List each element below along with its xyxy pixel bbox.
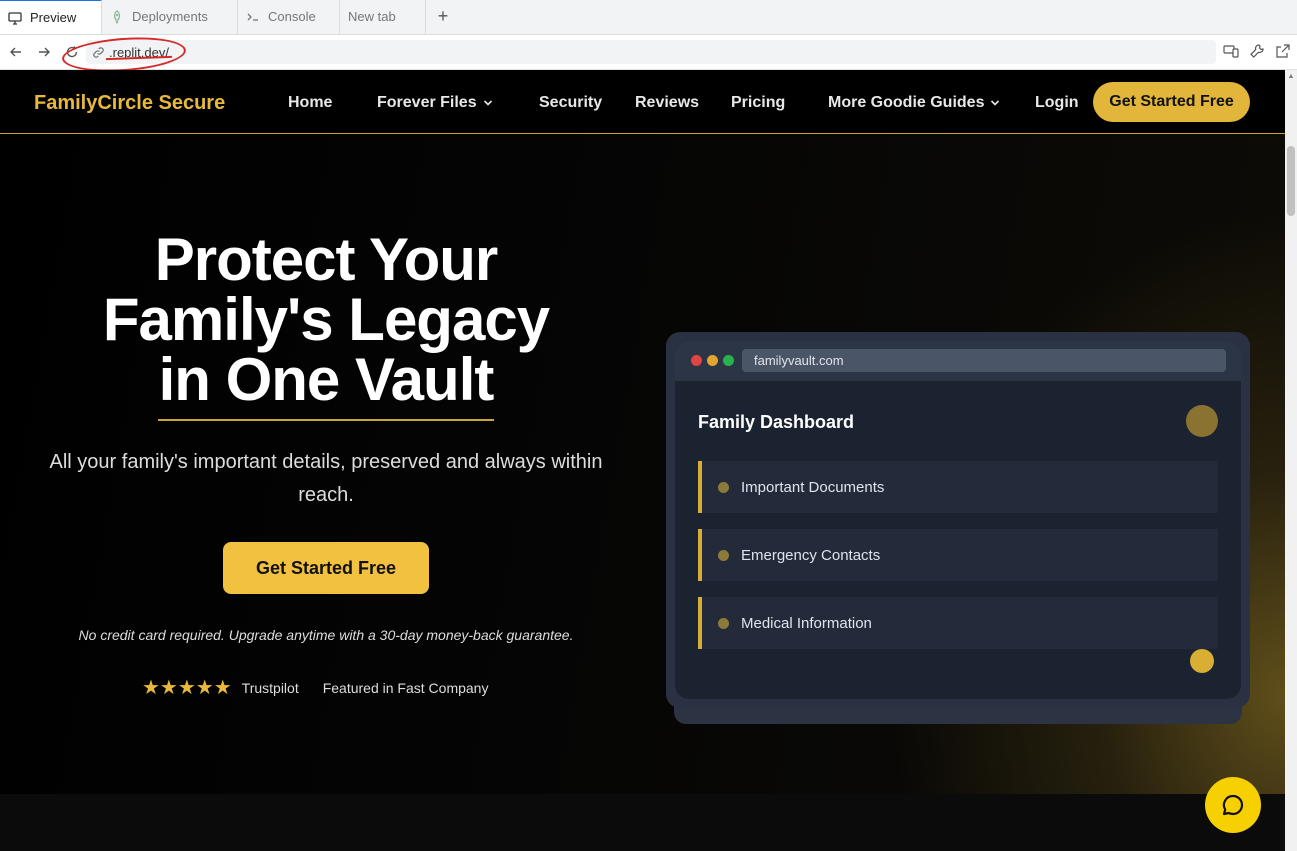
dashboard-item-label: Emergency Contacts bbox=[741, 546, 881, 564]
scroll-thumb[interactable] bbox=[1287, 146, 1295, 216]
nav-label: Forever Files bbox=[377, 94, 477, 111]
dashboard-title: Family Dashboard bbox=[698, 412, 855, 432]
dashboard-item-label: Important Documents bbox=[741, 478, 885, 496]
arrow-right-icon bbox=[39, 47, 50, 57]
bullet-icon bbox=[718, 617, 729, 629]
headline-line: Protect Your bbox=[154, 226, 499, 293]
chat-button[interactable] bbox=[1205, 777, 1261, 833]
back-button[interactable] bbox=[2, 38, 30, 66]
dashboard-item: Emergency Contacts bbox=[698, 529, 1218, 581]
mockup-screen: familyvault.com Family Dashboard Importa… bbox=[675, 341, 1241, 699]
featured-label: Featured in Fast Company bbox=[322, 680, 489, 696]
site-navbar: FamilyCircle Secure Home Forever Files S… bbox=[0, 70, 1285, 134]
monitor-icon bbox=[8, 11, 22, 25]
dashboard-mockup: familyvault.com Family Dashboard Importa… bbox=[666, 332, 1250, 708]
site-viewport: FamilyCircle Secure Home Forever Files S… bbox=[0, 70, 1285, 851]
tab-preview[interactable]: Preview bbox=[0, 0, 102, 34]
terminal-icon bbox=[247, 13, 258, 21]
headline-line: Family's Legacy bbox=[102, 286, 550, 353]
arrow-left-icon bbox=[10, 47, 21, 57]
bullet-icon bbox=[718, 549, 729, 561]
avatar bbox=[1186, 405, 1218, 437]
page-scrollbar[interactable]: ▲ bbox=[1285, 70, 1297, 851]
headline-line: in One Vault bbox=[158, 346, 495, 413]
nav-label: Home bbox=[288, 94, 333, 111]
scroll-up-arrow[interactable]: ▲ bbox=[1287, 73, 1295, 81]
nav-home[interactable]: Home bbox=[288, 94, 332, 112]
dashboard-item-label: Medical Information bbox=[741, 614, 872, 632]
browser-tab-bar: Preview Deployments Console New tab + bbox=[0, 0, 1297, 35]
wrench-icon[interactable] bbox=[1249, 43, 1265, 59]
nav-reviews[interactable]: Reviews bbox=[635, 94, 699, 112]
nav-label: Login bbox=[1035, 94, 1079, 111]
dashboard-item: Medical Information bbox=[698, 597, 1218, 649]
tab-label: Preview bbox=[30, 10, 77, 25]
rocket-icon bbox=[113, 9, 121, 24]
hero-subhead: All your family's important details, pre… bbox=[49, 451, 603, 506]
forward-button[interactable] bbox=[30, 38, 58, 66]
nav-security[interactable]: Security bbox=[539, 94, 602, 112]
chat-bubble-icon bbox=[1222, 794, 1244, 816]
mockup-url: familyvault.com bbox=[742, 349, 1226, 372]
status-dot bbox=[1190, 649, 1214, 673]
hero-get-started-button[interactable]: Get Started Free bbox=[223, 542, 429, 594]
trustpilot-label: Trustpilot bbox=[241, 680, 299, 696]
trust-badges: ★★★★★ Trustpilot Featured in Fast Compan… bbox=[142, 678, 488, 698]
chevron-down-icon bbox=[991, 100, 1000, 106]
tab-label: New tab bbox=[348, 9, 396, 24]
nav-get-started-button[interactable]: Get Started Free bbox=[1093, 82, 1250, 122]
external-link-icon[interactable] bbox=[1275, 43, 1291, 59]
headline-underline bbox=[158, 419, 494, 421]
nav-more-goodie-guides[interactable]: More Goodie Guides bbox=[828, 94, 1000, 112]
window-minimize-dot bbox=[707, 355, 718, 366]
nav-login[interactable]: Login bbox=[1035, 94, 1079, 112]
star-rating-icon: ★★★★★ bbox=[142, 677, 232, 699]
nav-pricing[interactable]: Pricing bbox=[731, 94, 785, 112]
bullet-icon bbox=[718, 481, 729, 493]
brand-logo[interactable]: FamilyCircle Secure bbox=[34, 92, 225, 115]
tab-console[interactable]: Console bbox=[238, 0, 340, 34]
hero-headline: Protect Your Family's Legacy in One Vaul… bbox=[60, 230, 592, 410]
tab-deployments[interactable]: Deployments bbox=[102, 0, 238, 34]
tab-label: Console bbox=[268, 9, 316, 24]
nav-label: More Goodie Guides bbox=[828, 94, 985, 111]
url-field[interactable]: .replit.dev/ bbox=[86, 40, 1216, 64]
devices-icon[interactable] bbox=[1223, 43, 1239, 59]
window-maximize-dot bbox=[723, 355, 734, 366]
window-close-dot bbox=[691, 355, 702, 366]
hero-section: Protect Your Family's Legacy in One Vaul… bbox=[0, 134, 1285, 794]
address-bar-tools bbox=[1223, 43, 1291, 59]
new-tab-button[interactable]: + bbox=[426, 0, 460, 34]
tab-new[interactable]: New tab bbox=[340, 0, 426, 34]
chevron-down-icon bbox=[483, 100, 492, 106]
dashboard-item: Important Documents bbox=[698, 461, 1218, 513]
nav-forever-files[interactable]: Forever Files bbox=[377, 94, 493, 112]
nav-label: Security bbox=[539, 94, 603, 111]
nav-label: Reviews bbox=[635, 94, 700, 111]
hero-fineprint: No credit card required. Upgrade anytime… bbox=[78, 627, 574, 643]
tab-label: Deployments bbox=[132, 9, 208, 24]
nav-label: Pricing bbox=[731, 94, 786, 111]
next-section bbox=[0, 794, 1285, 851]
mockup-browser-bar: familyvault.com bbox=[675, 341, 1241, 381]
address-bar: .replit.dev/ bbox=[0, 35, 1297, 70]
